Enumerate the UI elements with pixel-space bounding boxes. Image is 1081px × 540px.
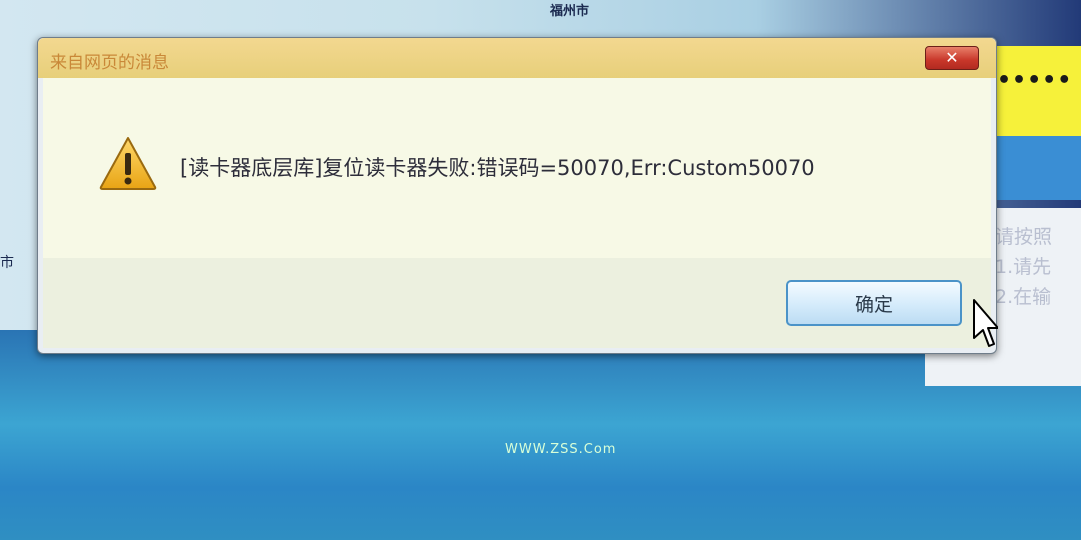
instruction-line: 2.在输 (995, 286, 1052, 308)
warning-icon (99, 137, 157, 190)
error-message: [读卡器底层库]复位读卡器失败:错误码=50070,Err:Custom5007… (180, 156, 815, 180)
map-label-left: 市 (0, 255, 14, 271)
dialog-title: 来自网页的消息 (50, 53, 169, 73)
right-login-panel: ••••• 请按照 1.请先 2.在输 (925, 38, 1081, 386)
ok-button[interactable]: 确定 (786, 280, 962, 326)
close-button[interactable]: ✕ (925, 46, 979, 70)
footer-text: WWW.ZSS.Com (505, 442, 617, 457)
dialog-titlebar[interactable]: 来自网页的消息 ✕ (38, 38, 996, 78)
dialog-content: [读卡器底层库]复位读卡器失败:错误码=50070,Err:Custom5007… (43, 78, 991, 258)
instruction-line: 请按照 (995, 226, 1053, 248)
password-field[interactable]: ••••• (985, 46, 1081, 136)
message-dialog: 来自网页的消息 ✕ [读卡器底层库]复位读卡器失败:错误码=50070,Err:… (37, 37, 997, 354)
desktop-background-sea (0, 330, 1081, 540)
map-label-top: 福州市 (550, 4, 590, 19)
masked-password: ••••• (997, 68, 1073, 93)
login-button-strip[interactable] (985, 136, 1081, 200)
instruction-line: 1.请先 (995, 256, 1052, 278)
mouse-pointer-icon (973, 299, 998, 347)
